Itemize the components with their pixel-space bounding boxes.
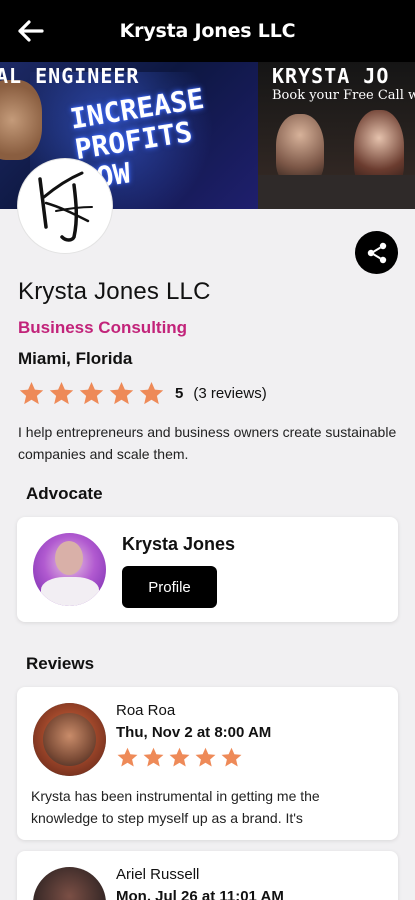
star-icon xyxy=(109,381,134,404)
top-bar: Krysta Jones LLC xyxy=(0,0,415,62)
banner-image-right: KRYSTA JO Book your Free Call w xyxy=(258,62,415,209)
business-description: I help entrepreneurs and business owners… xyxy=(18,424,397,462)
review-card: Roa Roa Thu, Nov 2 at 8:00 AM Krysta has… xyxy=(17,687,398,840)
business-location: Miami, Florida xyxy=(18,349,133,368)
advocate-section-title: Advocate xyxy=(26,484,103,503)
star-icon xyxy=(117,747,138,767)
back-button[interactable] xyxy=(14,14,48,48)
advocate-avatar[interactable] xyxy=(33,533,106,606)
star-icon xyxy=(79,381,104,404)
kj-monogram-logo xyxy=(38,171,93,242)
banner-engineer-text: AL ENGINEER xyxy=(0,64,140,88)
advocate-name: Krysta Jones xyxy=(122,534,236,554)
share-icon xyxy=(367,242,386,263)
star-icon xyxy=(195,747,216,767)
star-icon xyxy=(49,381,74,404)
business-logo xyxy=(17,158,113,254)
rating-stars xyxy=(18,380,165,407)
reviews-section-title: Reviews xyxy=(26,654,95,673)
review-text: Krysta has been instrumental in getting … xyxy=(31,788,320,826)
banner-call-text: Book your Free Call w xyxy=(272,88,415,103)
review-date: Thu, Nov 2 at 8:00 AM xyxy=(116,724,272,741)
rating-row: 5 (3 reviews) xyxy=(18,378,267,408)
advocate-card: Krysta Jones Profile xyxy=(17,517,398,622)
share-button[interactable] xyxy=(355,231,398,274)
reviewer-avatar[interactable] xyxy=(33,703,106,776)
business-name: Krysta Jones LLC xyxy=(18,278,211,305)
review-date: Mon, Jul 26 at 11:01 AM xyxy=(116,888,284,900)
star-icon xyxy=(19,381,44,404)
page-title: Krysta Jones LLC xyxy=(119,20,296,42)
reviewer-avatar[interactable] xyxy=(33,867,106,900)
star-icon xyxy=(139,381,164,404)
reviews-count[interactable]: (3 reviews) xyxy=(193,385,266,402)
star-icon xyxy=(221,747,242,767)
reviewer-name: Roa Roa xyxy=(116,702,176,719)
star-icon xyxy=(143,747,164,767)
business-category[interactable]: Business Consulting xyxy=(18,318,187,338)
star-icon xyxy=(169,747,190,767)
arrow-left-icon xyxy=(18,20,44,42)
rating-value: 5 xyxy=(175,384,184,402)
reviewer-name: Ariel Russell xyxy=(116,866,200,883)
review-card: Ariel Russell Mon, Jul 26 at 11:01 AM xyxy=(17,851,398,900)
profile-button[interactable]: Profile xyxy=(122,566,217,608)
review-stars xyxy=(116,746,243,769)
banner-name-text: KRYSTA JO xyxy=(272,64,390,88)
